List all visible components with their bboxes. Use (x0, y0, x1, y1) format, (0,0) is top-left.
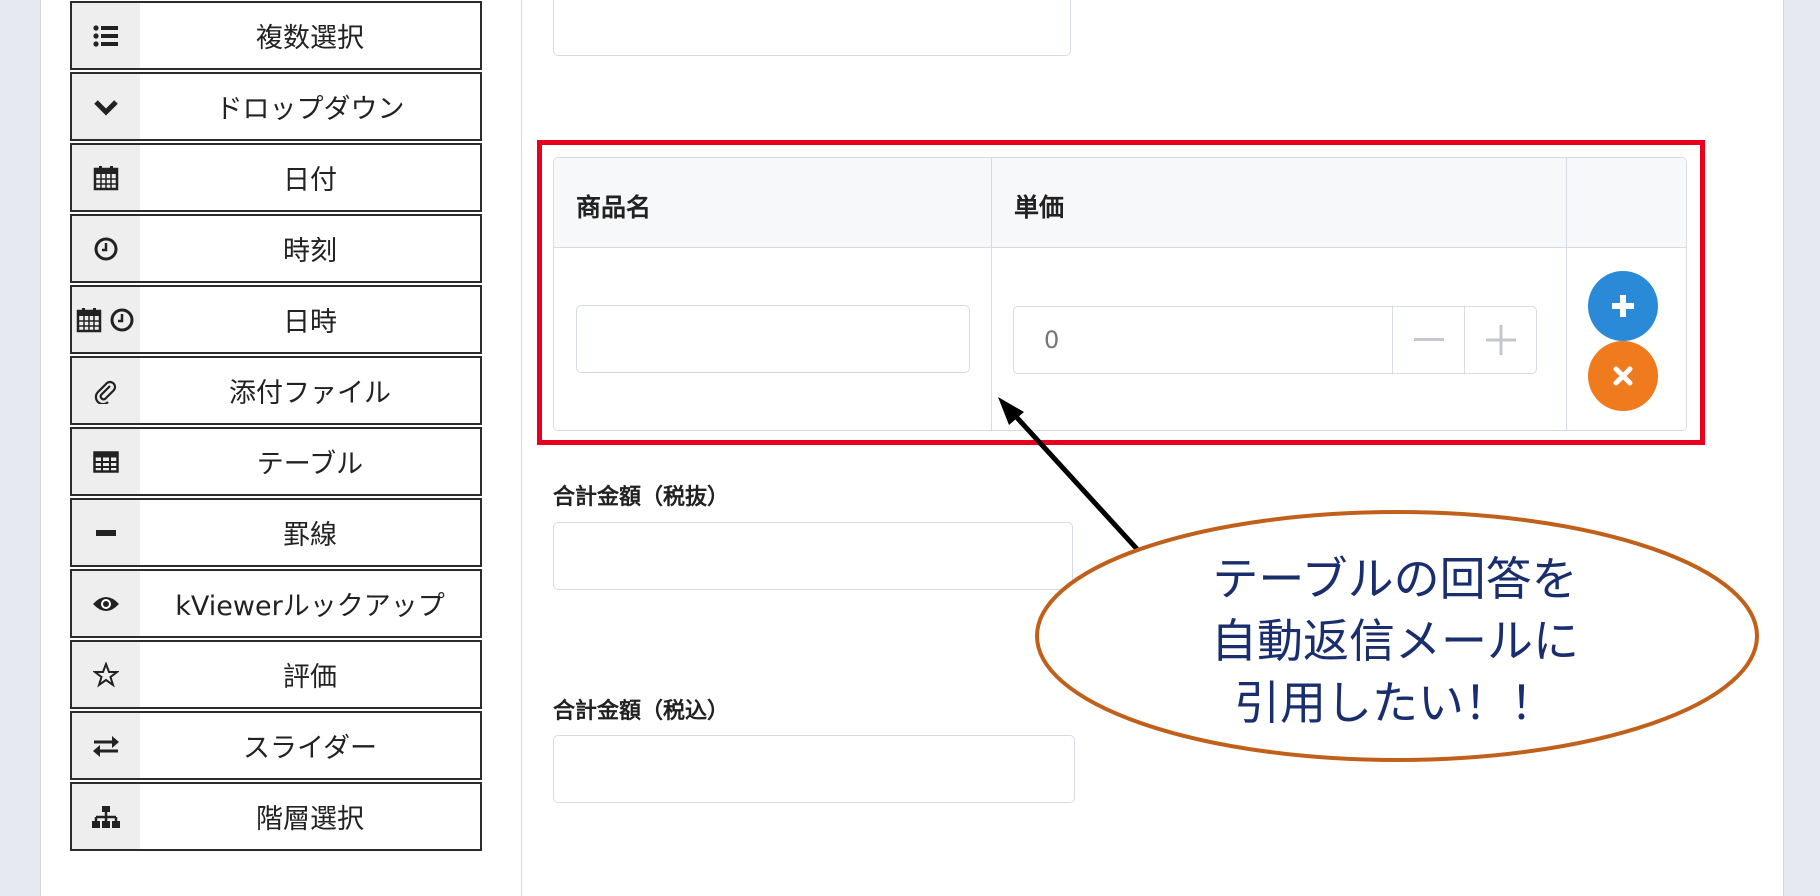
callout-line: テーブルの回答を (1212, 552, 1578, 606)
callout-text: テーブルの回答を 自動返信メールに 引用したい！！ (1115, 548, 1675, 734)
callout-line: 引用したい！！ (1234, 676, 1556, 730)
callout-line: 自動返信メールに (1211, 614, 1579, 668)
annotation-overlay (998, 397, 1759, 762)
